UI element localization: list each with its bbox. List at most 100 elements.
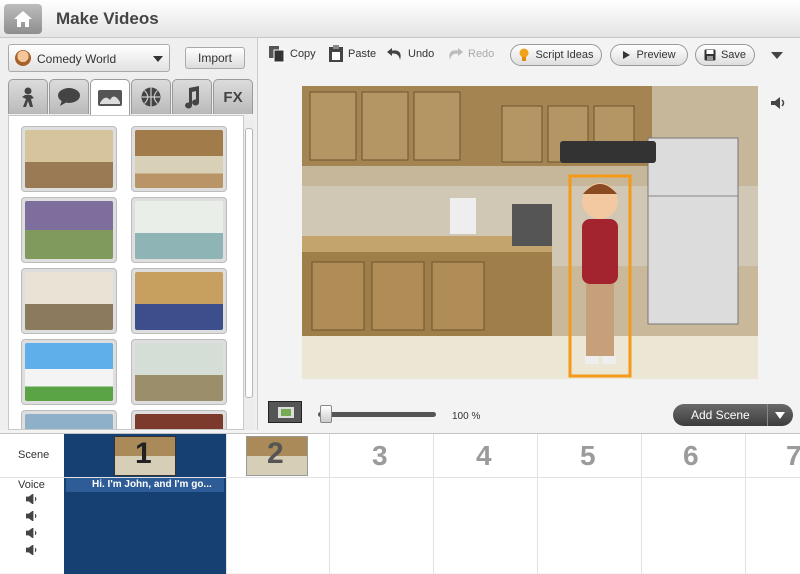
- background-thumb-modern-kitchen[interactable]: [131, 197, 227, 263]
- background-thumb-theater[interactable]: [131, 410, 227, 429]
- scene-4-number[interactable]: 4: [476, 440, 492, 472]
- lightbulb-icon: [519, 48, 529, 61]
- scene-7-number[interactable]: 7: [786, 440, 800, 472]
- kitchen-scene-image: [302, 86, 758, 379]
- scene-divider: [433, 434, 434, 574]
- copy-button[interactable]: Copy: [268, 44, 316, 64]
- background-thumb-city-view[interactable]: [21, 410, 117, 429]
- office-thumb-image: [25, 272, 113, 330]
- filmstrip-toggle-button[interactable]: [268, 401, 302, 423]
- save-button[interactable]: Save: [695, 44, 755, 66]
- background-thumb-bedroom[interactable]: [21, 126, 117, 192]
- copy-label: Copy: [290, 48, 316, 60]
- white-house-thumb-image: [25, 343, 113, 401]
- scene-divider: [641, 434, 642, 574]
- living-room-thumb-image: [25, 201, 113, 259]
- modern-kitchen-thumb-image: [135, 201, 223, 259]
- play-icon: [623, 51, 631, 59]
- ball-icon: [141, 87, 161, 107]
- city-view-thumb-image: [25, 414, 113, 429]
- stage-canvas[interactable]: [302, 86, 758, 379]
- background-thumb-office[interactable]: [21, 268, 117, 334]
- kitchen-thumb-image: [135, 130, 223, 188]
- scene-2-number: 2: [267, 437, 284, 470]
- zoom-value: 100 %: [452, 411, 481, 422]
- add-scene-button[interactable]: Add Scene: [673, 404, 793, 426]
- home-icon: [14, 11, 32, 27]
- more-options-icon[interactable]: [770, 50, 784, 60]
- filmstrip-icon: [278, 407, 294, 418]
- theater-thumb-image: [135, 414, 223, 429]
- speaker-icon[interactable]: [26, 494, 38, 504]
- preview-button[interactable]: Preview: [610, 44, 688, 66]
- tab-characters[interactable]: [8, 79, 48, 114]
- scene-3-number[interactable]: 3: [372, 440, 388, 472]
- scene-divider: [226, 434, 227, 574]
- scene-1-number: 1: [135, 437, 152, 470]
- speaker-icon[interactable]: [26, 511, 38, 521]
- background-thumb-living-room[interactable]: [21, 197, 117, 263]
- voice-clip[interactable]: Hi. I'm John, and I'm go...: [66, 478, 224, 492]
- bedroom-thumb-image: [25, 130, 113, 188]
- scene-row-label: Scene: [18, 449, 50, 461]
- page-title: Make Videos: [56, 9, 159, 28]
- add-scene-divider: [767, 404, 768, 426]
- add-scene-label: Add Scene: [691, 408, 750, 422]
- scene-5-number[interactable]: 5: [580, 440, 596, 472]
- background-thumb-white-house[interactable]: [21, 339, 117, 405]
- voice-clip-text: Hi. I'm John, and I'm go...: [92, 479, 212, 490]
- undo-icon: [387, 48, 401, 60]
- background-thumb-oval-office[interactable]: [131, 268, 227, 334]
- scene-6-number[interactable]: 6: [683, 440, 699, 472]
- comedy-world-icon: [15, 50, 31, 66]
- theme-select-label: Comedy World: [37, 52, 117, 66]
- redo-label: Redo: [468, 48, 495, 60]
- tab-music[interactable]: [172, 79, 212, 114]
- undo-label: Undo: [408, 48, 435, 60]
- background-library: [8, 115, 244, 430]
- scene-2-thumbnail[interactable]: 2: [246, 436, 308, 476]
- import-button[interactable]: Import: [185, 47, 245, 69]
- tab-backgrounds[interactable]: [90, 79, 130, 116]
- stage-sound-icon[interactable]: [770, 96, 788, 110]
- zoom-slider-track[interactable]: [318, 412, 436, 417]
- scene-1-thumbnail[interactable]: 1: [114, 436, 176, 476]
- oval-office-thumb-image: [135, 272, 223, 330]
- speech-bubble-icon: [58, 88, 80, 106]
- theme-select[interactable]: Comedy World: [8, 44, 170, 72]
- redo-button[interactable]: Redo: [446, 44, 494, 64]
- zoom-slider-handle[interactable]: [320, 405, 332, 423]
- scene-divider: [537, 434, 538, 574]
- paste-icon: [329, 45, 343, 62]
- speaker-icon[interactable]: [26, 545, 38, 555]
- library-scrollbar[interactable]: [244, 120, 254, 430]
- timeline: Scene Voice 1 2 3 4 5 6 7 Hi. I'm John, …: [0, 433, 800, 574]
- script-ideas-button[interactable]: Script Ideas: [510, 44, 602, 66]
- tab-props[interactable]: [131, 79, 171, 114]
- redo-icon: [449, 48, 463, 60]
- scrollbar-thumb[interactable]: [245, 128, 253, 398]
- voice-row-label: Voice: [18, 479, 45, 491]
- save-icon: [704, 49, 716, 61]
- speaker-icon[interactable]: [26, 528, 38, 538]
- background-icon: [98, 90, 122, 106]
- chevron-down-icon[interactable]: [775, 412, 785, 419]
- script-ideas-label: Script Ideas: [535, 49, 594, 61]
- tab-effects[interactable]: FX: [213, 79, 253, 114]
- chevron-down-icon: [153, 56, 163, 62]
- background-thumb-kitchen[interactable]: [131, 126, 227, 192]
- preview-label: Preview: [636, 49, 676, 61]
- paste-label: Paste: [348, 48, 377, 60]
- scene-divider: [329, 434, 330, 574]
- tab-dialogue[interactable]: [49, 79, 89, 114]
- background-thumb-train-station[interactable]: [131, 339, 227, 405]
- header: Make Videos: [0, 0, 800, 38]
- save-label: Save: [720, 49, 747, 61]
- fx-icon: FX: [223, 88, 243, 106]
- music-note-icon: [185, 86, 200, 109]
- paste-button[interactable]: Paste: [328, 44, 376, 64]
- undo-button[interactable]: Undo: [386, 44, 434, 64]
- copy-icon: [269, 46, 285, 63]
- train-station-thumb-image: [135, 343, 223, 401]
- home-button[interactable]: [4, 4, 42, 34]
